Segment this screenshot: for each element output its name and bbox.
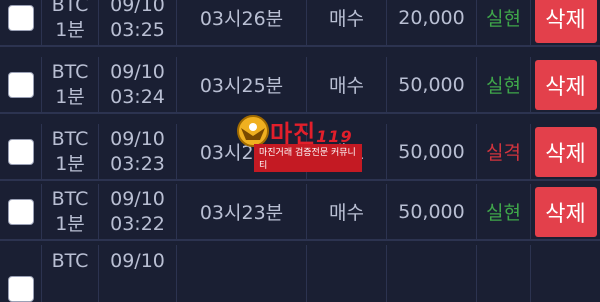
row-checkbox-cell[interactable] — [0, 184, 42, 239]
delete-cell: 삭제 — [531, 57, 600, 112]
delete-cell: 삭제 — [531, 184, 600, 239]
delete-cell: 삭제 — [531, 124, 600, 179]
row-checkbox[interactable] — [7, 4, 34, 31]
row-checkbox-cell[interactable] — [0, 57, 42, 112]
symbol: BTC — [51, 187, 89, 210]
time-cell: 09/10 03:25 — [99, 0, 177, 45]
round-label: 03시24분 — [199, 142, 284, 164]
table-row: BTC 1분 09/10 03:23 03시24분 매도 50,000 실격 삭제 — [0, 124, 600, 181]
delete-button[interactable]: 삭제 — [534, 186, 597, 237]
delete-button[interactable]: 삭제 — [534, 126, 597, 177]
side-cell: 매수 — [307, 0, 387, 45]
side-cell: 매수 — [307, 184, 387, 239]
symbol: BTC — [51, 127, 89, 150]
round-cell — [177, 245, 307, 302]
time: 03:24 — [110, 85, 165, 108]
result-cell: 실격 — [477, 124, 531, 179]
date: 09/10 — [110, 127, 165, 150]
date: 09/10 — [110, 60, 165, 83]
symbol-cell: BTC 1분 — [42, 0, 99, 45]
symbol: BTC — [51, 250, 89, 272]
date: 09/10 — [110, 250, 165, 272]
table-row: BTC 09/10 — [0, 245, 600, 302]
amount-label: 50,000 — [398, 73, 465, 96]
symbol: BTC — [51, 60, 89, 83]
time-cell: 09/10 03:24 — [99, 57, 177, 112]
amount-label: 20,000 — [398, 6, 465, 29]
amount-label: 50,000 — [398, 140, 465, 163]
amount-cell: 50,000 — [387, 57, 477, 112]
result-cell: 실현 — [477, 57, 531, 112]
result-cell — [477, 245, 531, 302]
side-label: 매수 — [329, 202, 364, 224]
round-label: 03시25분 — [199, 75, 284, 97]
time: 03:22 — [110, 212, 165, 235]
time: 03:25 — [110, 18, 165, 41]
symbol: BTC — [51, 0, 89, 16]
round-cell: 03시24분 — [177, 124, 307, 179]
round-cell: 03시25분 — [177, 57, 307, 112]
symbol-cell: BTC 1분 — [42, 124, 99, 179]
table-row: BTC 1분 09/10 03:24 03시25분 매수 50,000 실현 삭제 — [0, 57, 600, 114]
time: 03:23 — [110, 152, 165, 175]
result-label: 실현 — [486, 75, 521, 97]
table-row: BTC 1분 09/10 03:22 03시23분 매수 50,000 실현 삭제 — [0, 184, 600, 241]
symbol-cell: BTC — [42, 245, 99, 302]
result-label: 실현 — [486, 8, 521, 30]
table-row: BTC 1분 09/10 03:25 03시26분 매수 20,000 실현 삭제 — [0, 0, 600, 47]
round-cell: 03시26분 — [177, 0, 307, 45]
side-label: 매도 — [329, 142, 364, 164]
interval: 1분 — [55, 18, 85, 41]
date: 09/10 — [110, 187, 165, 210]
round-cell: 03시23분 — [177, 184, 307, 239]
row-checkbox-cell[interactable] — [0, 0, 42, 45]
row-checkbox-cell[interactable] — [0, 124, 42, 179]
row-checkbox[interactable] — [7, 198, 34, 225]
result-cell: 실현 — [477, 0, 531, 45]
symbol-cell: BTC 1분 — [42, 184, 99, 239]
side-label: 매수 — [329, 8, 364, 30]
interval: 1분 — [55, 85, 85, 108]
amount-cell — [387, 245, 477, 302]
interval: 1분 — [55, 212, 85, 235]
round-label: 03시26분 — [199, 8, 284, 30]
amount-label: 50,000 — [398, 200, 465, 223]
amount-cell: 50,000 — [387, 184, 477, 239]
delete-cell: 삭제 — [531, 0, 600, 45]
result-label: 실격 — [486, 142, 521, 164]
side-cell: 매수 — [307, 57, 387, 112]
result-cell: 실현 — [477, 184, 531, 239]
delete-cell — [531, 245, 600, 302]
delete-button[interactable]: 삭제 — [534, 0, 597, 43]
interval: 1분 — [55, 152, 85, 175]
row-checkbox[interactable] — [7, 275, 34, 302]
row-checkbox[interactable] — [7, 138, 34, 165]
time-cell: 09/10 03:23 — [99, 124, 177, 179]
side-cell: 매도 — [307, 124, 387, 179]
row-checkbox-cell[interactable] — [0, 245, 42, 302]
time-cell: 09/10 — [99, 245, 177, 302]
date: 09/10 — [110, 0, 165, 16]
amount-cell: 20,000 — [387, 0, 477, 45]
delete-button[interactable]: 삭제 — [534, 59, 597, 110]
amount-cell: 50,000 — [387, 124, 477, 179]
round-label: 03시23분 — [199, 202, 284, 224]
row-checkbox[interactable] — [7, 71, 34, 98]
side-cell — [307, 245, 387, 302]
time-cell: 09/10 03:22 — [99, 184, 177, 239]
symbol-cell: BTC 1분 — [42, 57, 99, 112]
result-label: 실현 — [486, 202, 521, 224]
side-label: 매수 — [329, 75, 364, 97]
